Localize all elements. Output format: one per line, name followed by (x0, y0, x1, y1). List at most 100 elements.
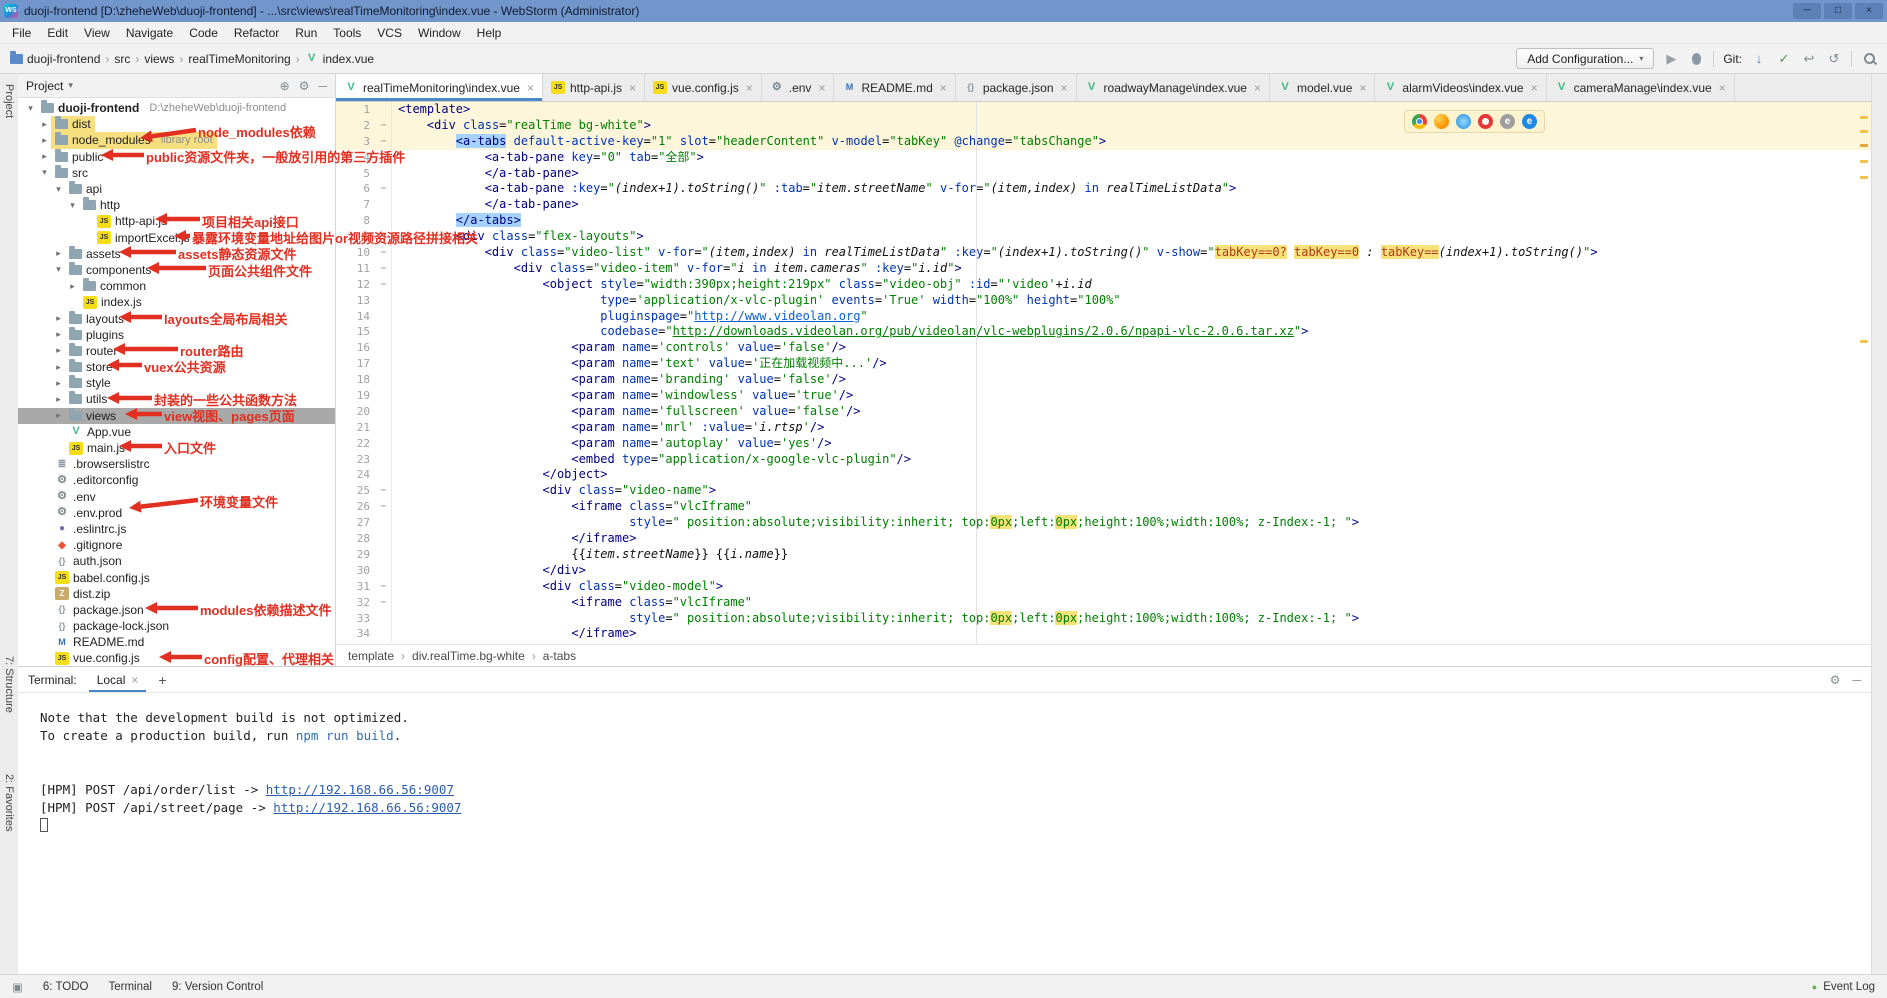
run-icon[interactable]: ▶ (1663, 51, 1679, 67)
editor-tab-realTimeMonitoringindex.vue[interactable]: VrealTimeMonitoring\index.vue× (336, 74, 543, 101)
git-commit-icon[interactable]: ✓ (1776, 51, 1792, 67)
fold-marker[interactable]: − (376, 229, 392, 245)
chevron-right-icon[interactable]: ▸ (38, 135, 51, 146)
fold-marker[interactable]: − (376, 483, 392, 499)
tree-item-http-api.js[interactable]: JShttp-api.js (18, 213, 335, 229)
toolwindow-switcher-icon[interactable]: ▣ (12, 980, 23, 994)
code-line-10[interactable]: 10− <div class="video-list" v-for="(item… (336, 245, 1871, 261)
project-panel-title[interactable]: Project (26, 79, 63, 93)
chevron-down-icon[interactable]: ▾ (52, 264, 65, 275)
tree-item-layouts[interactable]: ▸layouts (18, 310, 335, 326)
git-history-icon[interactable]: ↺ (1826, 51, 1842, 67)
code-line-30[interactable]: 30 </div> (336, 563, 1871, 579)
fold-marker[interactable]: − (376, 277, 392, 293)
chevron-right-icon[interactable]: ▸ (52, 394, 65, 405)
code-line-26[interactable]: 26− <iframe class="vlcIframe" (336, 499, 1871, 515)
fold-marker[interactable]: − (376, 245, 392, 261)
close-tab-icon[interactable]: × (940, 81, 947, 95)
code-text[interactable]: </iframe> (392, 531, 1871, 547)
safari-browser-icon[interactable] (1456, 114, 1471, 129)
tree-item-style[interactable]: ▸style (18, 375, 335, 391)
tree-item-.gitignore[interactable]: ◆.gitignore (18, 537, 335, 553)
code-text[interactable]: <param name='autoplay' value='yes'/> (392, 436, 1871, 452)
chevron-right-icon[interactable]: ▸ (52, 313, 65, 324)
code-text[interactable]: <param name='fullscreen' value='false'/> (392, 404, 1871, 420)
code-line-5[interactable]: 5 </a-tab-pane> (336, 166, 1871, 182)
code-text[interactable]: <template> (392, 102, 1871, 118)
close-tab-icon[interactable]: × (818, 81, 825, 95)
code-text[interactable]: style=" position:absolute;visibility:inh… (392, 611, 1871, 627)
code-text[interactable]: <param name='controls' value='false'/> (392, 340, 1871, 356)
event-log-button[interactable]: ● Event Log (1812, 981, 1875, 993)
code-text[interactable]: </iframe> (392, 626, 1871, 642)
chevron-right-icon[interactable]: ▸ (52, 345, 65, 356)
code-line-19[interactable]: 19 <param name='windowless' value='true'… (336, 388, 1871, 404)
chevron-right-icon[interactable]: ▸ (66, 281, 79, 292)
editor-tab-alarmVideosindex.vue[interactable]: ValarmVideos\index.vue× (1375, 74, 1546, 101)
code-line-7[interactable]: 7 </a-tab-pane> (336, 197, 1871, 213)
code-line-9[interactable]: 9− <div class="flex-layouts"> (336, 229, 1871, 245)
tree-item-.env[interactable]: ⚙.env (18, 489, 335, 505)
close-tab-icon[interactable]: × (629, 81, 636, 95)
code-text[interactable]: </a-tab-pane> (392, 197, 1871, 213)
tree-item-public[interactable]: ▸public (18, 149, 335, 165)
code-text[interactable]: <div class="flex-layouts"> (392, 229, 1871, 245)
debug-icon[interactable] (1688, 53, 1704, 65)
tree-item-src[interactable]: ▾src (18, 165, 335, 181)
fold-marker[interactable]: − (376, 499, 392, 515)
code-text[interactable]: </div> (392, 563, 1871, 579)
breadcrumb-item-index.vue[interactable]: Vindex.vue (305, 52, 374, 66)
menu-refactor[interactable]: Refactor (226, 26, 287, 40)
close-tab-icon[interactable]: × (1531, 81, 1538, 95)
code-text[interactable]: codebase="http://downloads.videolan.org/… (392, 324, 1871, 340)
tree-item-.eslintrc.js[interactable]: ●.eslintrc.js (18, 521, 335, 537)
close-button[interactable]: × (1855, 3, 1883, 19)
chevron-down-icon[interactable]: ▾ (52, 184, 65, 195)
tree-item-index.js[interactable]: JSindex.js (18, 294, 335, 310)
editor-breadcrumb-div.realTime.bg-white[interactable]: div.realTime.bg-white (412, 649, 525, 663)
code-line-8[interactable]: 8 </a-tabs> (336, 213, 1871, 229)
code-text[interactable]: <param name='branding' value='false'/> (392, 372, 1871, 388)
tree-item-views[interactable]: ▸views (18, 408, 335, 424)
menu-tools[interactable]: Tools (325, 26, 369, 40)
editor-tab-model.vue[interactable]: Vmodel.vue× (1270, 74, 1375, 101)
close-tab-icon[interactable]: × (1254, 81, 1261, 95)
code-line-29[interactable]: 29 {{item.streetName}} {{i.name}} (336, 547, 1871, 563)
code-text[interactable]: <object style="width:390px;height:219px"… (392, 277, 1871, 293)
code-text[interactable]: <div class="video-name"> (392, 483, 1871, 499)
editor-breadcrumb-template[interactable]: template (348, 649, 394, 663)
menu-file[interactable]: File (4, 26, 39, 40)
close-tab-icon[interactable]: × (1359, 81, 1366, 95)
fold-marker[interactable]: − (376, 261, 392, 277)
terminal-tab-local[interactable]: Local × (89, 667, 147, 692)
code-line-24[interactable]: 24 </object> (336, 467, 1871, 483)
menu-vcs[interactable]: VCS (369, 26, 410, 40)
code-text[interactable]: <a-tab-pane :key="(index+1).toString()" … (392, 181, 1871, 197)
code-line-34[interactable]: 34 </iframe> (336, 626, 1871, 642)
code-text[interactable]: <div class="video-model"> (392, 579, 1871, 595)
editor-tab-cameraManageindex.vue[interactable]: VcameraManage\index.vue× (1547, 74, 1735, 101)
statusbar-6TODO[interactable]: 6: TODO (43, 981, 89, 993)
opera-browser-icon[interactable] (1478, 114, 1493, 129)
close-tab-icon[interactable]: × (527, 81, 534, 95)
firefox-browser-icon[interactable] (1434, 114, 1449, 129)
tree-item-dist.zip[interactable]: Zdist.zip (18, 586, 335, 602)
tool-stripe-Structure[interactable]: 7: Structure (3, 656, 15, 713)
fold-marker[interactable]: − (376, 181, 392, 197)
code-text[interactable]: </object> (392, 467, 1871, 483)
fold-marker[interactable]: − (376, 118, 392, 134)
code-text[interactable]: <div class="video-list" v-for="(item,ind… (392, 245, 1871, 261)
code-text[interactable]: <param name='text' value='正在加载视频中...'/> (392, 356, 1871, 372)
chevron-right-icon[interactable]: ▸ (38, 119, 51, 130)
close-icon[interactable]: × (131, 673, 138, 687)
code-text[interactable]: <iframe class="vlcIframe" (392, 499, 1871, 515)
chevron-right-icon[interactable]: ▸ (38, 151, 51, 162)
locate-icon[interactable]: ⊕ (280, 79, 290, 93)
git-update-icon[interactable]: ↓ (1751, 51, 1767, 66)
code-text[interactable]: <div class="realTime bg-white"> (392, 118, 1871, 134)
code-text[interactable]: </a-tab-pane> (392, 166, 1871, 182)
code-line-20[interactable]: 20 <param name='fullscreen' value='false… (336, 404, 1871, 420)
code-text[interactable]: <param name='windowless' value='true'/> (392, 388, 1871, 404)
code-text[interactable]: <a-tabs default-active-key="1" slot="hea… (392, 134, 1871, 150)
editor-tab-package.json[interactable]: {}package.json× (956, 74, 1077, 101)
